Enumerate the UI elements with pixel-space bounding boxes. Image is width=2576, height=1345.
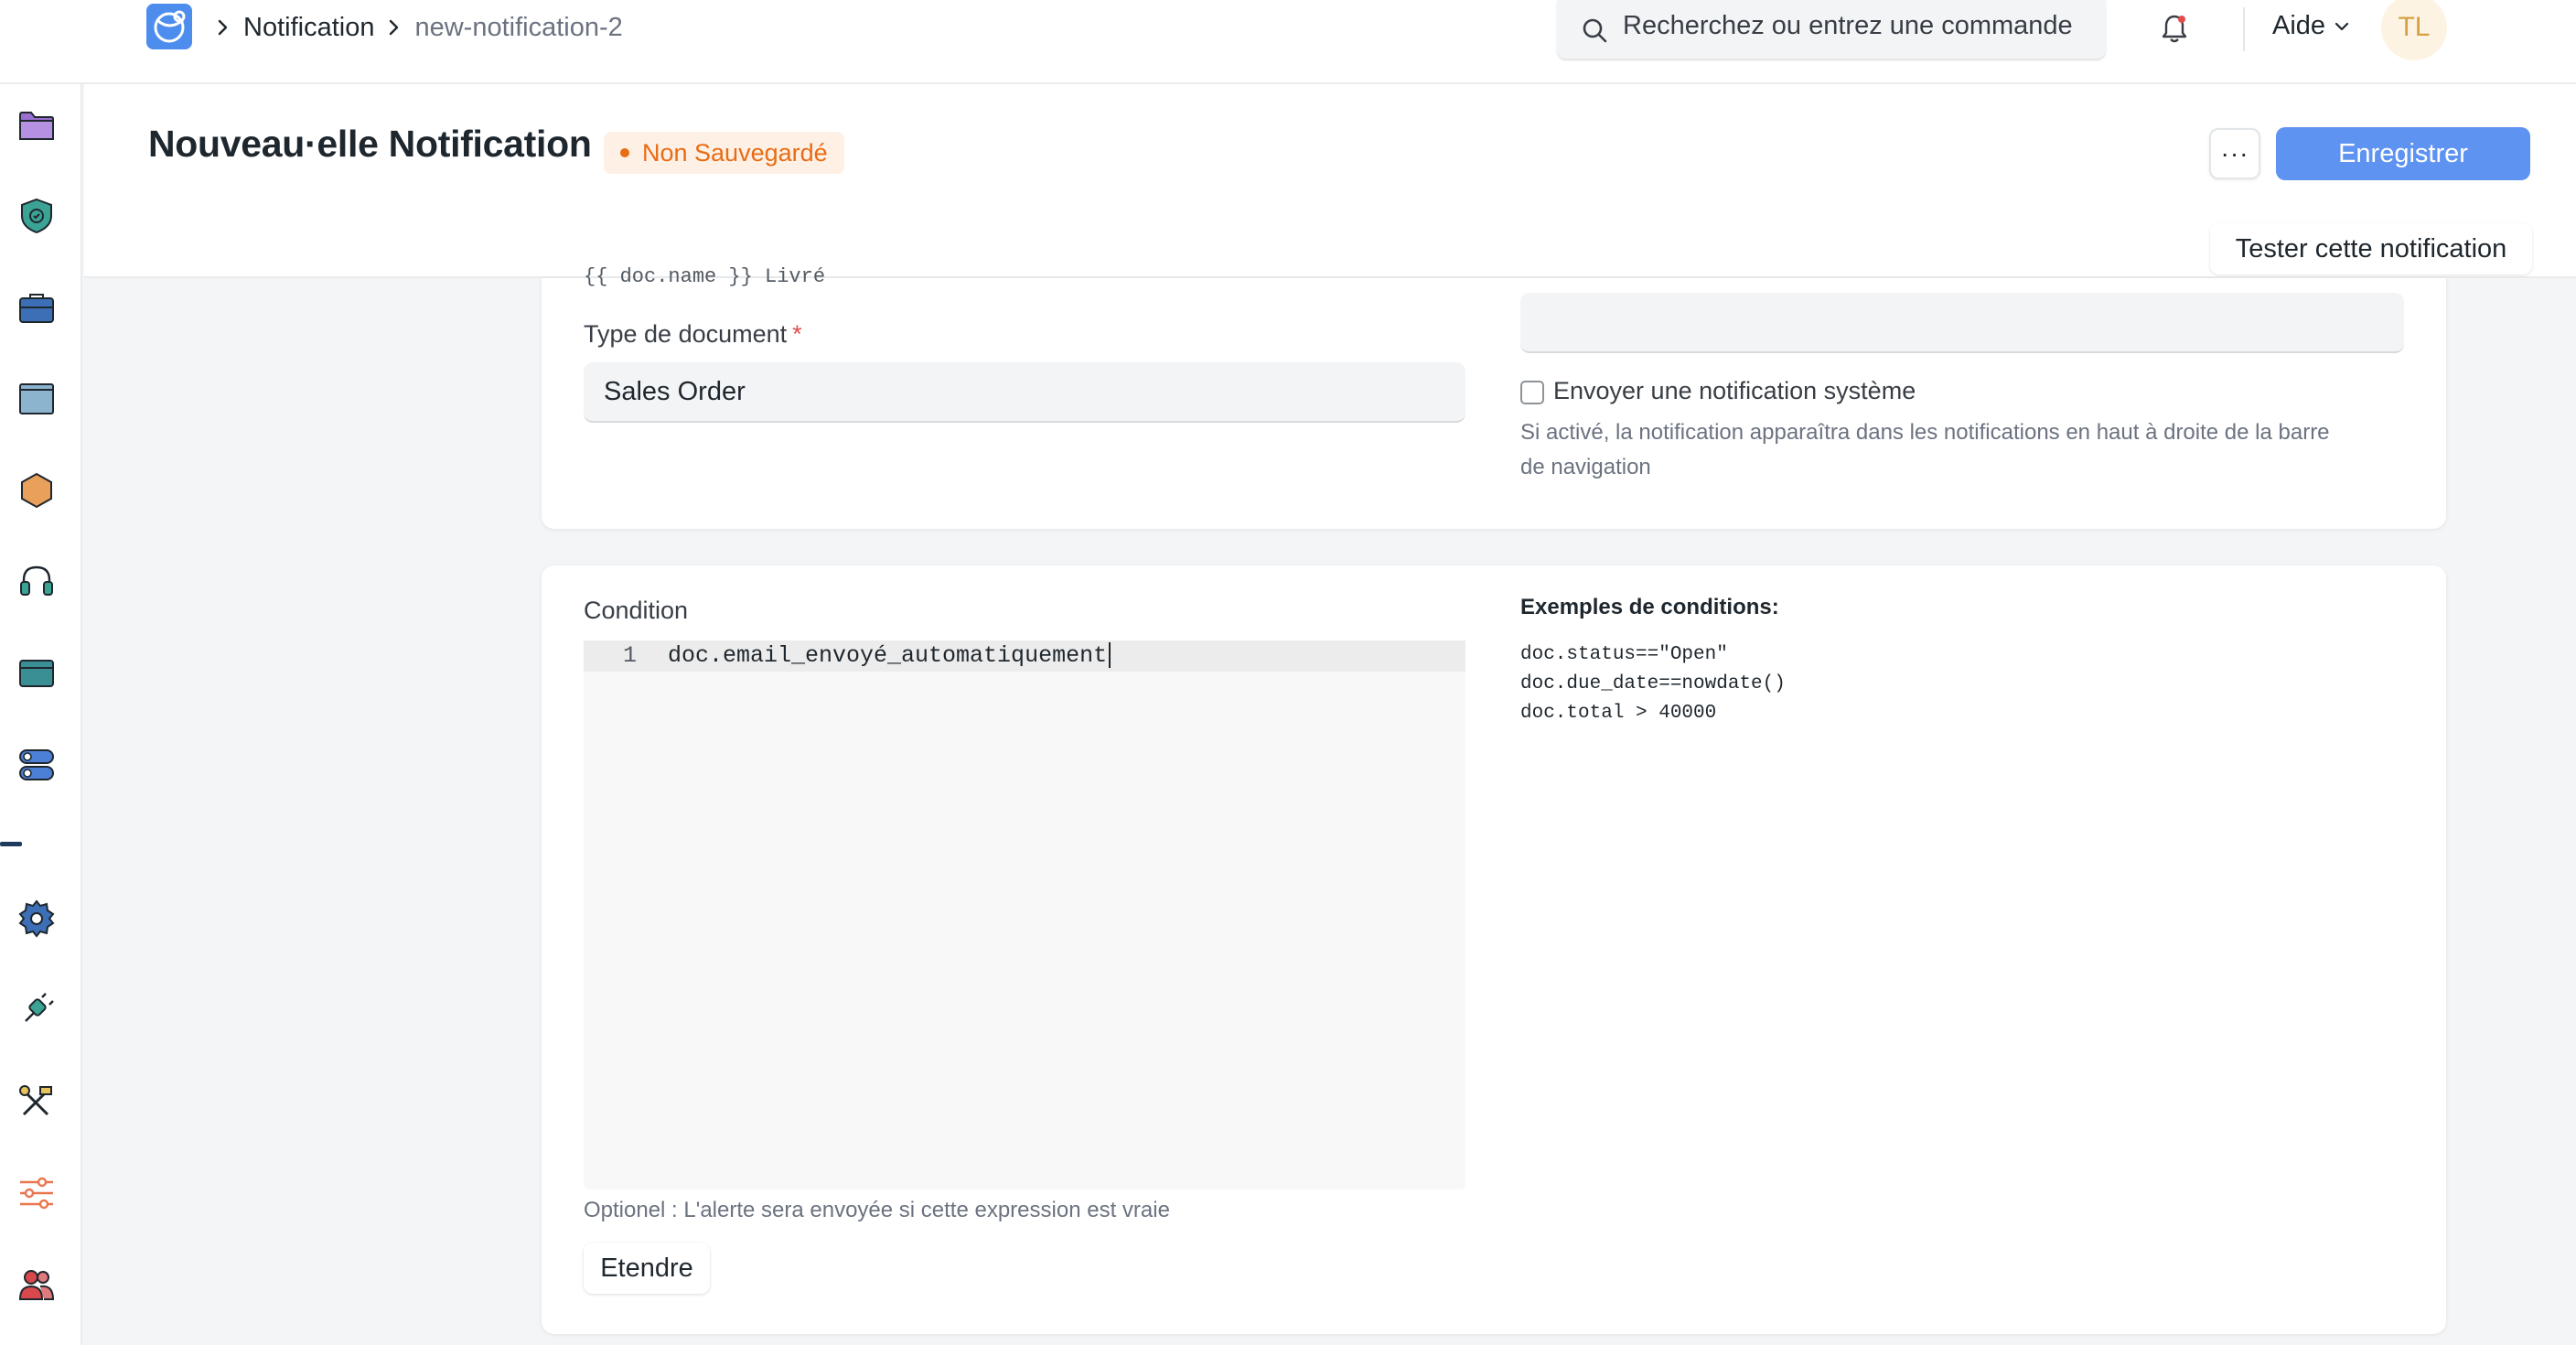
condition-help: Optionel : L'alerte sera envoyée si cett… bbox=[584, 1198, 1170, 1222]
breadcrumb-notification[interactable]: Notification bbox=[243, 13, 374, 43]
form-section-condition: Condition 1 doc.email_envoyé_automatique… bbox=[542, 565, 2446, 1334]
example-line: doc.due_date==nowdate() bbox=[1520, 673, 1786, 694]
hexagon-icon[interactable] bbox=[16, 470, 57, 511]
condition-label: Condition bbox=[584, 597, 689, 624]
bell-icon[interactable] bbox=[2159, 13, 2190, 46]
system-notification-help: Si activé, la notification apparaîtra da… bbox=[1520, 415, 2330, 485]
window-icon[interactable] bbox=[16, 379, 57, 419]
example-line: doc.status=="Open" bbox=[1520, 644, 1728, 665]
chevron-right-icon bbox=[218, 19, 228, 36]
form-section-document: {{ doc.name }} Livré Type de document * S… bbox=[542, 265, 2446, 529]
expand-button[interactable]: Etendre bbox=[584, 1243, 710, 1294]
system-notification-label[interactable]: Envoyer une notification système bbox=[1553, 377, 1916, 405]
gear-icon[interactable] bbox=[16, 898, 57, 939]
examples-title: Exemples de conditions: bbox=[1520, 595, 1779, 619]
headset-icon[interactable] bbox=[16, 562, 57, 602]
navbar-divider bbox=[2243, 7, 2245, 51]
example-line: doc.total > 40000 bbox=[1520, 703, 1717, 724]
doctype-field[interactable]: Sales Order bbox=[584, 362, 1465, 423]
system-notification-help-line-2: de navigation bbox=[1520, 455, 1651, 479]
app-logo[interactable] bbox=[146, 4, 192, 49]
save-button[interactable]: Enregistrer bbox=[2276, 127, 2530, 180]
sliders-icon[interactable] bbox=[16, 1173, 57, 1213]
status-label: Non Sauvegardé bbox=[642, 138, 828, 167]
breadcrumb: Notification new-notification-2 bbox=[212, 9, 623, 46]
avatar[interactable]: TL bbox=[2381, 0, 2447, 60]
required-marker: * bbox=[792, 320, 802, 348]
search-input[interactable]: Recherchez ou entrez une commande bbox=[1557, 0, 2106, 59]
system-notification-checkbox[interactable] bbox=[1520, 381, 1544, 404]
briefcase-icon[interactable] bbox=[16, 287, 57, 328]
code-content: doc.email_envoyé_automatiquement bbox=[668, 642, 1108, 669]
sidebar bbox=[0, 84, 82, 1345]
help-label: Aide bbox=[2272, 11, 2326, 40]
users-icon[interactable] bbox=[16, 1264, 57, 1305]
search-placeholder: Recherchez ou entrez une commande bbox=[1623, 11, 2073, 40]
condition-code-editor[interactable]: 1 doc.email_envoyé_automatiquement bbox=[584, 640, 1465, 1189]
text-caret bbox=[1109, 642, 1111, 669]
sidebar-active-indicator bbox=[0, 842, 22, 846]
help-dropdown[interactable]: Aide bbox=[2272, 11, 2351, 41]
status-dot bbox=[620, 148, 629, 157]
code-line: 1 doc.email_envoyé_automatiquement bbox=[584, 640, 1465, 672]
card-icon[interactable] bbox=[16, 653, 57, 694]
toggles-icon[interactable] bbox=[16, 745, 57, 785]
page-head: Nouveau·elle Notification Non Sauvegardé… bbox=[84, 84, 2576, 278]
navbar: Notification new-notification-2 Recherch… bbox=[0, 0, 2576, 84]
plug-icon[interactable] bbox=[16, 990, 57, 1030]
right-column-field[interactable] bbox=[1520, 293, 2404, 353]
code-text: doc.email_envoyé_automatiquement bbox=[668, 642, 1111, 669]
breadcrumb-current[interactable]: new-notification-2 bbox=[414, 13, 622, 43]
chevron-down-icon bbox=[2334, 22, 2349, 30]
subject-preview: {{ doc.name }} Livré bbox=[584, 265, 826, 288]
doctype-label: Type de document * bbox=[584, 320, 802, 349]
line-number: 1 bbox=[622, 642, 637, 669]
doctype-label-text: Type de document bbox=[584, 320, 788, 348]
status-badge: Non Sauvegardé bbox=[604, 132, 844, 174]
more-actions-button[interactable]: ··· bbox=[2209, 128, 2260, 179]
test-notification-button[interactable]: Tester cette notification bbox=[2210, 223, 2532, 274]
shield-check-icon[interactable] bbox=[16, 196, 57, 236]
folder-icon[interactable] bbox=[16, 104, 57, 145]
page-title: Nouveau·elle Notification bbox=[148, 123, 592, 165]
system-notification-help-line-1: Si activé, la notification apparaîtra da… bbox=[1520, 420, 2330, 445]
logo-icon bbox=[146, 4, 192, 49]
condition-examples: doc.status=="Open" doc.due_date==nowdate… bbox=[1520, 640, 1786, 728]
tools-icon[interactable] bbox=[16, 1081, 57, 1122]
chevron-right-icon bbox=[390, 19, 399, 36]
search-icon bbox=[1583, 18, 1607, 43]
